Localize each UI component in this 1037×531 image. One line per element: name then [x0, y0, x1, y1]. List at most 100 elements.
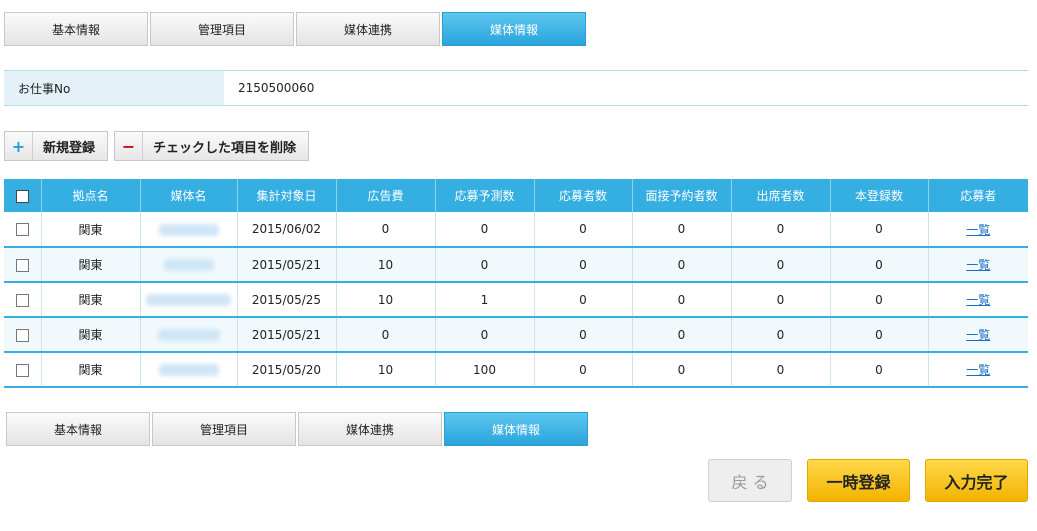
table-row: 関東 2015/05/20 10 100 0 0 0 0 一覧 — [4, 352, 1028, 388]
attendance-cell: 0 — [731, 282, 831, 318]
media-info-table: 拠点名 媒体名 集計対象日 広告費 応募予測数 応募者数 面接予約者数 出席者数… — [4, 179, 1028, 388]
base-cell: 関東 — [41, 282, 141, 318]
tab-media-info[interactable]: 媒体情報 — [444, 412, 588, 446]
registrations-cell: 0 — [830, 317, 929, 353]
date-cell: 2015/05/20 — [237, 352, 337, 388]
registrations-cell: 0 — [830, 352, 929, 388]
col-header-base: 拠点名 — [41, 179, 141, 212]
attendance-cell: 0 — [731, 247, 831, 283]
col-header-interview: 面接予約者数 — [632, 179, 732, 212]
col-header-ad-cost: 広告費 — [336, 179, 436, 212]
media-cell[interactable] — [140, 317, 238, 353]
select-all-cell — [4, 179, 42, 212]
media-cell[interactable] — [140, 282, 238, 318]
table-row: 関東 2015/05/25 10 1 0 0 0 0 一覧 — [4, 282, 1028, 318]
col-header-applicant-list: 応募者 — [928, 179, 1028, 212]
ad-cost-cell: 10 — [336, 282, 436, 318]
interview-cell: 0 — [632, 212, 732, 248]
table-row: 関東 2015/06/02 0 0 0 0 0 0 一覧 — [4, 212, 1028, 248]
applicants-cell: 0 — [534, 212, 633, 248]
job-number-value: 2150500060 — [238, 81, 315, 95]
interview-cell: 0 — [632, 247, 732, 283]
applicant-list-link[interactable]: 一覧 — [966, 293, 990, 307]
forecast-cell: 0 — [435, 212, 535, 248]
temp-save-button[interactable]: 一時登録 — [807, 459, 910, 502]
col-header-applicants: 応募者数 — [534, 179, 633, 212]
complete-button[interactable]: 入力完了 — [925, 459, 1028, 502]
job-number-row: お仕事No 2150500060 — [4, 70, 1028, 106]
attendance-cell: 0 — [731, 212, 831, 248]
tab-media-link[interactable]: 媒体連携 — [296, 12, 440, 46]
applicants-cell: 0 — [534, 282, 633, 318]
interview-cell: 0 — [632, 282, 732, 318]
col-header-attendance: 出席者数 — [731, 179, 831, 212]
tab-media-link[interactable]: 媒体連携 — [298, 412, 442, 446]
redacted-media-name — [146, 294, 231, 306]
applicants-cell: 0 — [534, 247, 633, 283]
redacted-media-name — [157, 329, 220, 341]
minus-icon: − — [115, 132, 144, 160]
interview-cell: 0 — [632, 352, 732, 388]
row-checkbox[interactable] — [15, 223, 29, 236]
col-header-forecast: 応募予測数 — [435, 179, 535, 212]
tab-media-info[interactable]: 媒体情報 — [442, 12, 586, 46]
plus-icon: + — [5, 132, 33, 160]
interview-cell: 0 — [632, 317, 732, 353]
table-header-row: 拠点名 媒体名 集計対象日 広告費 応募予測数 応募者数 面接予約者数 出席者数… — [4, 179, 1028, 212]
col-header-registrations: 本登録数 — [830, 179, 929, 212]
applicant-list-link[interactable]: 一覧 — [966, 363, 990, 377]
ad-cost-cell: 10 — [336, 352, 436, 388]
date-cell: 2015/05/21 — [237, 317, 337, 353]
applicant-list-link[interactable]: 一覧 — [966, 223, 990, 237]
col-header-date: 集計対象日 — [237, 179, 337, 212]
delete-checked-label: チェックした項目を削除 — [153, 140, 297, 156]
registrations-cell: 0 — [830, 247, 929, 283]
date-cell: 2015/06/02 — [237, 212, 337, 248]
forecast-cell: 0 — [435, 317, 535, 353]
row-checkbox[interactable] — [15, 258, 29, 272]
date-cell: 2015/05/21 — [237, 247, 337, 283]
registrations-cell: 0 — [830, 212, 929, 248]
action-bar: + 新規登録 − チェックした項目を削除 — [4, 131, 310, 161]
new-register-label: 新規登録 — [43, 140, 96, 156]
redacted-media-name — [163, 259, 214, 271]
tab-management[interactable]: 管理項目 — [150, 12, 294, 46]
date-cell: 2015/05/25 — [237, 282, 337, 318]
attendance-cell: 0 — [731, 352, 831, 388]
base-cell: 関東 — [41, 247, 141, 283]
forecast-cell: 100 — [435, 352, 535, 388]
registrations-cell: 0 — [830, 282, 929, 318]
applicants-cell: 0 — [534, 352, 633, 388]
row-checkbox[interactable] — [15, 363, 29, 377]
applicants-cell: 0 — [534, 317, 633, 353]
ad-cost-cell: 0 — [336, 212, 436, 248]
top-tab-bar: 基本情報 管理項目 媒体連携 媒体情報 — [4, 12, 586, 46]
col-header-media: 媒体名 — [140, 179, 238, 212]
tab-management[interactable]: 管理項目 — [152, 412, 296, 446]
job-number-label: お仕事No — [4, 71, 224, 105]
media-cell[interactable] — [140, 352, 238, 388]
tab-basic-info[interactable]: 基本情報 — [6, 412, 150, 446]
ad-cost-cell: 10 — [336, 247, 436, 283]
ad-cost-cell: 0 — [336, 317, 436, 353]
forecast-cell: 0 — [435, 247, 535, 283]
base-cell: 関東 — [41, 212, 141, 248]
back-button[interactable]: 戻 る — [708, 459, 792, 502]
redacted-media-name — [158, 364, 219, 376]
select-all-checkbox[interactable] — [15, 189, 29, 203]
tab-basic-info[interactable]: 基本情報 — [4, 12, 148, 46]
applicant-list-link[interactable]: 一覧 — [966, 258, 990, 272]
delete-checked-button[interactable]: − チェックした項目を削除 — [114, 131, 310, 161]
media-cell[interactable] — [140, 247, 238, 283]
redacted-media-name — [158, 223, 219, 236]
applicant-list-link[interactable]: 一覧 — [966, 328, 990, 342]
bottom-tab-bar: 基本情報 管理項目 媒体連携 媒体情報 — [6, 412, 588, 446]
attendance-cell: 0 — [731, 317, 831, 353]
forecast-cell: 1 — [435, 282, 535, 318]
row-checkbox[interactable] — [15, 293, 29, 307]
form-button-bar: 戻 る 一時登録 入力完了 — [708, 459, 1028, 502]
new-register-button[interactable]: + 新規登録 — [4, 131, 109, 161]
row-checkbox[interactable] — [15, 328, 29, 342]
base-cell: 関東 — [41, 317, 141, 353]
media-cell[interactable] — [140, 212, 238, 248]
